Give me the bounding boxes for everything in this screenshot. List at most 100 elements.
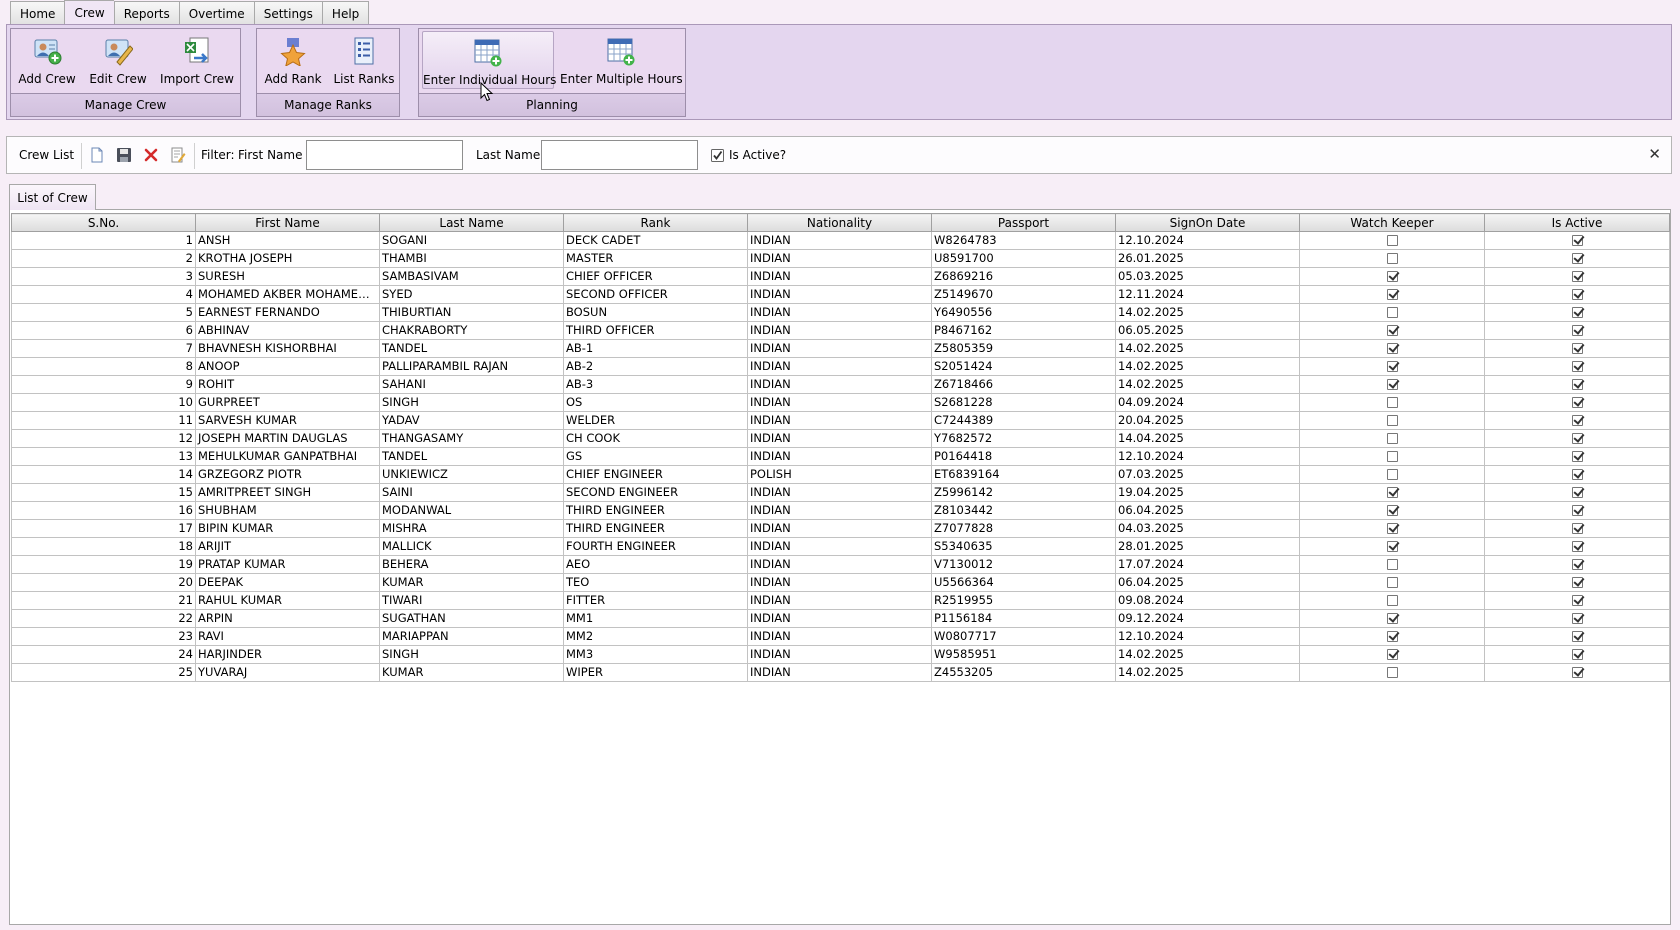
- nationality-cell[interactable]: INDIAN: [747, 411, 932, 430]
- signon-date-cell[interactable]: 06.04.2025: [1115, 573, 1300, 592]
- first-name-cell[interactable]: PRATAP KUMAR: [195, 555, 380, 574]
- nationality-cell[interactable]: INDIAN: [747, 501, 932, 520]
- sno-cell[interactable]: 22: [11, 609, 196, 628]
- tab-list-of-crew[interactable]: List of Crew: [9, 184, 96, 210]
- rank-cell[interactable]: GS: [563, 447, 748, 466]
- watch-keeper-checkbox[interactable]: [1386, 325, 1398, 336]
- watch-keeper-checkbox[interactable]: [1386, 577, 1398, 588]
- rank-cell[interactable]: THIRD ENGINEER: [563, 501, 748, 520]
- nationality-cell[interactable]: INDIAN: [747, 591, 932, 610]
- add-rank-button[interactable]: Add Rank: [261, 31, 325, 89]
- sno-cell[interactable]: 11: [11, 411, 196, 430]
- table-row[interactable]: 14 GRZEGORZ PIOTR UNKIEWICZ CHIEF ENGINEER P…: [11, 465, 1670, 484]
- first-name-cell[interactable]: SURESH: [195, 267, 380, 286]
- is-active-checkbox[interactable]: [1571, 523, 1583, 534]
- signon-date-cell[interactable]: 04.09.2024: [1115, 393, 1300, 412]
- signon-date-cell[interactable]: 09.08.2024: [1115, 591, 1300, 610]
- nationality-cell[interactable]: INDIAN: [747, 267, 932, 286]
- signon-date-cell[interactable]: 14.02.2025: [1115, 357, 1300, 376]
- watch-keeper-checkbox[interactable]: [1386, 469, 1398, 480]
- sno-cell[interactable]: 19: [11, 555, 196, 574]
- nationality-cell[interactable]: INDIAN: [747, 645, 932, 664]
- passport-cell[interactable]: ET6839164: [931, 465, 1116, 484]
- nationality-cell[interactable]: INDIAN: [747, 483, 932, 502]
- last-name-cell[interactable]: TANDEL: [379, 447, 564, 466]
- watch-keeper-checkbox[interactable]: [1386, 523, 1398, 534]
- watch-keeper-checkbox[interactable]: [1386, 235, 1398, 246]
- is-active-checkbox[interactable]: [1571, 649, 1583, 660]
- signon-date-cell[interactable]: 14.02.2025: [1115, 303, 1300, 322]
- enter-individual-hours-button[interactable]: Enter Individual Hours: [422, 31, 556, 89]
- is-active-checkbox[interactable]: [1571, 451, 1583, 462]
- passport-cell[interactable]: U8591700: [931, 249, 1116, 268]
- signon-date-cell[interactable]: 12.11.2024: [1115, 285, 1300, 304]
- last-name-cell[interactable]: CHAKRABORTY: [379, 321, 564, 340]
- rank-cell[interactable]: FOURTH ENGINEER: [563, 537, 748, 556]
- table-row[interactable]: 8 ANOOP PALLIPARAMBIL RAJAN AB-2 INDIAN S2051…: [11, 357, 1670, 376]
- is-active-checkbox[interactable]: [1571, 595, 1583, 606]
- column-header-signon-date[interactable]: SignOn Date: [1115, 213, 1300, 232]
- column-header-nationality[interactable]: Nationality: [747, 213, 932, 232]
- watch-keeper-checkbox[interactable]: [1386, 433, 1398, 444]
- sno-cell[interactable]: 25: [11, 663, 196, 682]
- table-row[interactable]: 21 RAHUL KUMAR TIWARI FITTER INDIAN R2519955 0…: [11, 591, 1670, 610]
- last-name-cell[interactable]: YADAV: [379, 411, 564, 430]
- sno-cell[interactable]: 7: [11, 339, 196, 358]
- watch-keeper-checkbox[interactable]: [1386, 253, 1398, 264]
- table-row[interactable]: 15 AMRITPREET SINGH SAINI SECOND ENGINEER IN…: [11, 483, 1670, 502]
- passport-cell[interactable]: U5566364: [931, 573, 1116, 592]
- first-name-cell[interactable]: EARNEST FERNANDO: [195, 303, 380, 322]
- rank-cell[interactable]: WELDER: [563, 411, 748, 430]
- table-row[interactable]: 2 KROTHA JOSEPH THAMBI MASTER INDIAN U8591700…: [11, 249, 1670, 268]
- edit-crew-button[interactable]: Edit Crew: [85, 31, 151, 89]
- signon-date-cell[interactable]: 14.04.2025: [1115, 429, 1300, 448]
- is-active-checkbox[interactable]: [1571, 487, 1583, 498]
- save-icon[interactable]: [116, 147, 132, 163]
- passport-cell[interactable]: P0164418: [931, 447, 1116, 466]
- nationality-cell[interactable]: INDIAN: [747, 429, 932, 448]
- tab-overtime[interactable]: Overtime: [178, 1, 254, 25]
- first-name-cell[interactable]: AMRITPREET SINGH: [195, 483, 380, 502]
- is-active-checkbox[interactable]: [1571, 307, 1583, 318]
- nationality-cell[interactable]: INDIAN: [747, 339, 932, 358]
- table-row[interactable]: 7 BHAVNESH KISHORBHAI TANDEL AB-1 INDIAN Z580…: [11, 339, 1670, 358]
- column-header-watch-keeper[interactable]: Watch Keeper: [1299, 213, 1485, 232]
- nationality-cell[interactable]: POLISH: [747, 465, 932, 484]
- watch-keeper-checkbox[interactable]: [1386, 379, 1398, 390]
- sno-cell[interactable]: 10: [11, 393, 196, 412]
- is-active-checkbox[interactable]: [1571, 631, 1583, 642]
- first-name-cell[interactable]: KROTHA JOSEPH: [195, 249, 380, 268]
- rank-cell[interactable]: MASTER: [563, 249, 748, 268]
- passport-cell[interactable]: W9585951: [931, 645, 1116, 664]
- first-name-cell[interactable]: GRZEGORZ PIOTR: [195, 465, 380, 484]
- signon-date-cell[interactable]: 09.12.2024: [1115, 609, 1300, 628]
- watch-keeper-checkbox[interactable]: [1386, 613, 1398, 624]
- tab-help[interactable]: Help: [321, 1, 370, 25]
- signon-date-cell[interactable]: 28.01.2025: [1115, 537, 1300, 556]
- signon-date-cell[interactable]: 26.01.2025: [1115, 249, 1300, 268]
- signon-date-cell[interactable]: 12.10.2024: [1115, 627, 1300, 646]
- rank-cell[interactable]: WIPER: [563, 663, 748, 682]
- watch-keeper-checkbox[interactable]: [1386, 631, 1398, 642]
- signon-date-cell[interactable]: 12.10.2024: [1115, 231, 1300, 250]
- table-row[interactable]: 12 JOSEPH MARTIN DAUGLAS THANGASAMY CH COOK…: [11, 429, 1670, 448]
- watch-keeper-checkbox[interactable]: [1386, 667, 1398, 678]
- column-header-passport[interactable]: Passport: [931, 213, 1116, 232]
- passport-cell[interactable]: R2519955: [931, 591, 1116, 610]
- nationality-cell[interactable]: INDIAN: [747, 231, 932, 250]
- sno-cell[interactable]: 16: [11, 501, 196, 520]
- first-name-cell[interactable]: HARJINDER: [195, 645, 380, 664]
- nationality-cell[interactable]: INDIAN: [747, 357, 932, 376]
- sno-cell[interactable]: 15: [11, 483, 196, 502]
- table-row[interactable]: 11 SARVESH KUMAR YADAV WELDER INDIAN C7244389…: [11, 411, 1670, 430]
- signon-date-cell[interactable]: 14.02.2025: [1115, 645, 1300, 664]
- sno-cell[interactable]: 8: [11, 357, 196, 376]
- last-name-cell[interactable]: TIWARI: [379, 591, 564, 610]
- signon-date-cell[interactable]: 05.03.2025: [1115, 267, 1300, 286]
- rank-cell[interactable]: DECK CADET: [563, 231, 748, 250]
- signon-date-cell[interactable]: 04.03.2025: [1115, 519, 1300, 538]
- table-row[interactable]: 5 EARNEST FERNANDO THIBURTIAN BOSUN INDIAN Y6…: [11, 303, 1670, 322]
- table-row[interactable]: 3 SURESH SAMBASIVAM CHIEF OFFICER INDIAN Z686…: [11, 267, 1670, 286]
- sno-cell[interactable]: 14: [11, 465, 196, 484]
- column-header-first-name[interactable]: First Name: [195, 213, 380, 232]
